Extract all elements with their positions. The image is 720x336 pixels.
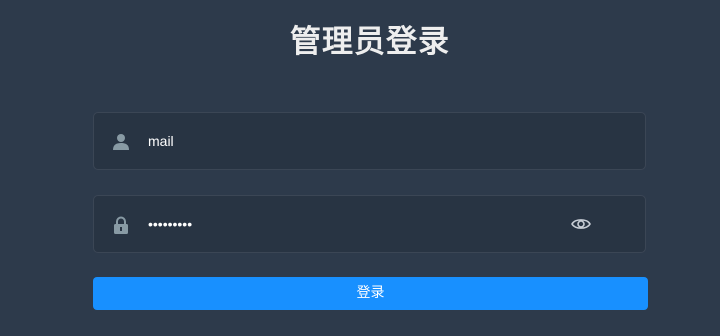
- username-input[interactable]: [148, 113, 568, 169]
- lock-icon: [112, 216, 130, 234]
- page-title: 管理员登录: [290, 24, 450, 60]
- password-input[interactable]: [148, 196, 568, 252]
- login-button[interactable]: 登录: [93, 277, 648, 310]
- username-field[interactable]: [93, 112, 646, 170]
- password-field[interactable]: [93, 195, 646, 253]
- user-icon: [112, 133, 130, 151]
- eye-icon[interactable]: [571, 214, 591, 234]
- login-page: 管理员登录 登录: [0, 0, 720, 336]
